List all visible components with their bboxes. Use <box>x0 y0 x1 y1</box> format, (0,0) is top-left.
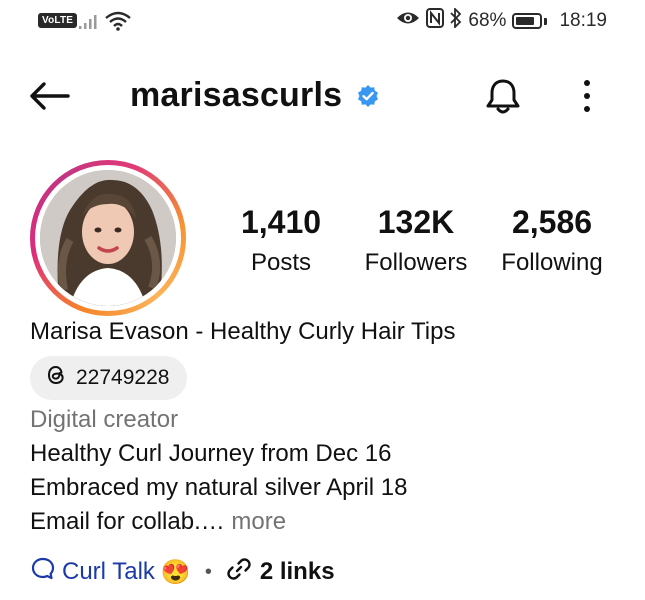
avatar <box>40 170 176 306</box>
following-label: Following <box>501 249 603 276</box>
battery-icon <box>512 13 543 29</box>
story-ring[interactable] <box>30 160 186 316</box>
bio-line-1: Healthy Curl Journey from Dec 16 <box>30 440 392 467</box>
stat-following[interactable]: 2,586 Following <box>496 204 608 278</box>
community-name: Curl Talk <box>62 558 155 585</box>
status-bar: VoLTE 68% 18:19 <box>0 0 645 44</box>
threads-handle: 22749228 <box>76 366 170 389</box>
bio-line-3: Email for collab.… more <box>30 508 286 536</box>
bio-more-link[interactable]: more <box>225 508 286 535</box>
eye-icon <box>396 10 420 32</box>
followers-count: 132K <box>377 204 455 240</box>
profile-full-name: Marisa Evason - Healthy Curly Hair Tips <box>30 318 456 345</box>
bio-line-2: Embraced my natural silver April 18 <box>30 474 408 501</box>
community-chat-link[interactable]: Curl Talk 😍 <box>30 556 191 589</box>
stat-followers[interactable]: 132K Followers <box>360 204 472 278</box>
separator-dot: • <box>204 560 212 583</box>
chat-bubble-icon <box>30 556 56 589</box>
bluetooth-icon <box>450 6 462 34</box>
battery-tip <box>544 17 548 25</box>
posts-label: Posts <box>250 249 312 276</box>
community-emoji: 😍 <box>160 558 191 586</box>
nfc-icon <box>426 8 445 34</box>
posts-count: 1,410 <box>240 204 322 240</box>
following-count: 2,586 <box>511 204 593 240</box>
threads-icon <box>44 363 68 393</box>
links-label: 2 links <box>259 558 335 585</box>
status-right: 68% 18:19 <box>396 6 607 34</box>
wifi-icon <box>104 10 132 37</box>
links-button[interactable]: 2 links <box>226 556 335 589</box>
profile-header: marisascurls <box>0 64 645 128</box>
threads-badge[interactable]: 22749228 <box>30 356 188 400</box>
bio-truncated-text: Email for collab.… <box>30 508 225 535</box>
volte-badge: VoLTE <box>38 13 78 28</box>
link-chain-icon <box>226 556 252 589</box>
profile-category: Digital creator <box>30 406 179 433</box>
links-row: Curl Talk 😍 • 2 links <box>30 556 335 588</box>
clock: 18:19 <box>559 10 607 31</box>
more-options-icon[interactable] <box>577 78 597 119</box>
back-arrow-icon[interactable] <box>28 80 72 117</box>
notification-bell-icon[interactable] <box>483 76 523 123</box>
stat-posts[interactable]: 1,410 Posts <box>236 204 326 278</box>
profile-username: marisascurls <box>130 76 343 114</box>
verified-badge-icon <box>356 84 380 113</box>
followers-label: Followers <box>364 249 468 276</box>
signal-icon <box>78 12 100 35</box>
battery-percent: 68% <box>468 10 507 31</box>
avatar-frame <box>35 165 181 311</box>
